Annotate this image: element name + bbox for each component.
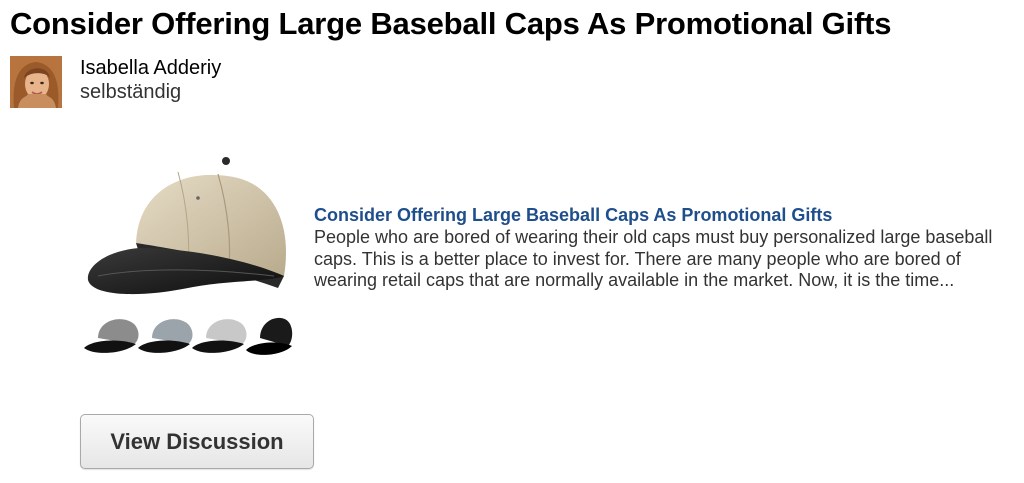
page-title: Consider Offering Large Baseball Caps As… (10, 6, 892, 41)
author-subtitle: selbständig (80, 81, 182, 103)
avatar-photo-icon (10, 56, 62, 108)
author-name[interactable]: Isabella Adderiy (80, 57, 221, 79)
author-avatar[interactable] (10, 56, 62, 108)
baseball-caps-icon (84, 157, 293, 355)
article-excerpt: People who are bored of wearing their ol… (314, 227, 993, 290)
article-image[interactable] (78, 148, 296, 378)
article-title-link[interactable]: Consider Offering Large Baseball Caps As… (314, 204, 832, 226)
view-discussion-button[interactable]: View Discussion (80, 414, 314, 469)
